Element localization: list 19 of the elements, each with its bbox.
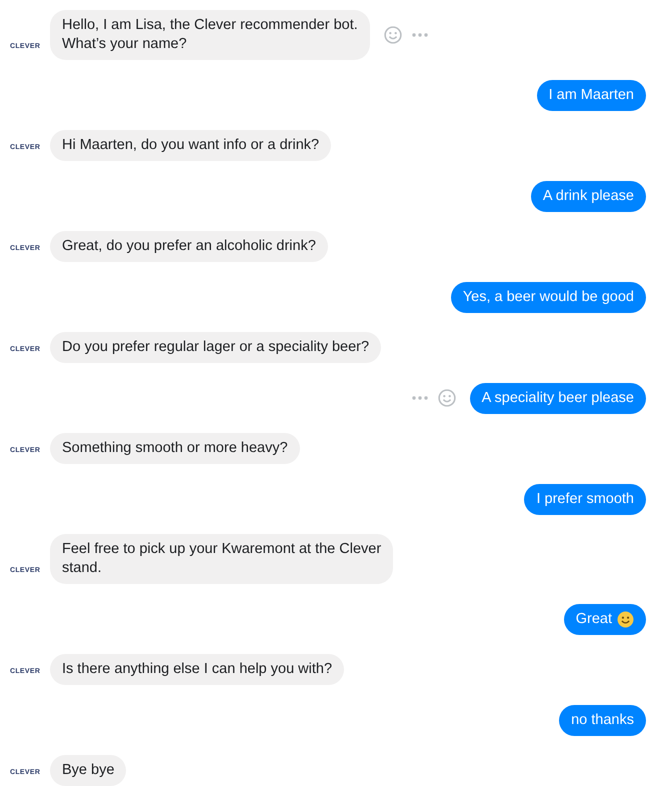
message-bubble: I prefer smooth: [524, 484, 646, 514]
message-bubble: Feel free to pick up your Kwaremont at the Clever stand.: [50, 534, 394, 584]
message-bubble: Something smooth or more heavy?: [50, 433, 300, 464]
message-bubble: Is there anything else I can help you with?: [50, 654, 344, 685]
message-bubble: Great: [564, 604, 646, 634]
emoji-icon[interactable]: [384, 26, 402, 44]
more-icon[interactable]: [412, 33, 428, 37]
message-bubble: A speciality beer please: [470, 382, 646, 414]
emoji-icon[interactable]: [438, 389, 456, 407]
message-bubble: Hi Maarten, do you want info or a drink?: [50, 130, 332, 161]
message-bubble: I am Maarten: [536, 80, 646, 110]
message-bubble: Great, do you prefer an alcoholic drink?: [50, 231, 328, 262]
message-bubble: Hello, I am Lisa, the Clever recommender bot. What’s your name?: [50, 10, 370, 60]
message-bubble: Yes, a beer would be good: [450, 282, 646, 312]
message-bubble: Bye bye: [50, 755, 126, 786]
more-icon[interactable]: [412, 396, 428, 400]
message-bubble: Do you prefer regular lager or a speciality beer?: [50, 332, 382, 363]
message-bubble: A drink please: [530, 180, 646, 212]
message-bubble: no thanks: [559, 704, 646, 736]
